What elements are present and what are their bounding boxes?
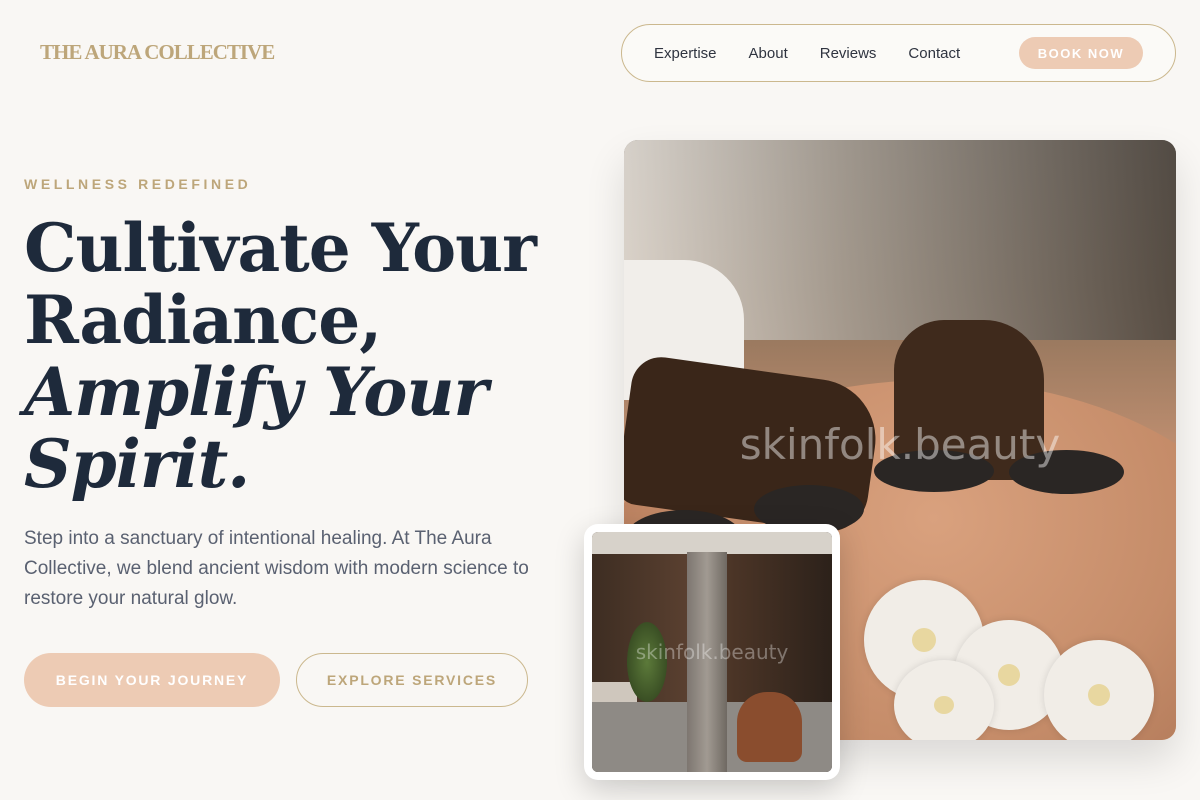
headline-line-2: Radiance, [24, 281, 382, 359]
brand-logo[interactable]: THE AURA COLLECTIVE [40, 40, 275, 65]
image-orchid [1044, 640, 1154, 740]
image-orchid [894, 660, 994, 740]
hero-headline: Cultivate Your Radiance, Amplify Your Sp… [24, 209, 537, 503]
image-ceiling [592, 532, 832, 554]
nav-link-about[interactable]: About [749, 45, 788, 62]
hero-lead-paragraph: Step into a sanctuary of intentional hea… [24, 528, 529, 609]
nav-link-contact[interactable]: Contact [908, 45, 960, 62]
nav-link-expertise[interactable]: Expertise [654, 45, 717, 62]
nav-link-reviews[interactable]: Reviews [820, 45, 877, 62]
headline-line-1: Cultivate Your [24, 209, 537, 287]
begin-journey-button[interactable]: BEGIN YOUR JOURNEY [24, 653, 280, 707]
secondary-image-watermark: skinfolk.beauty [635, 640, 789, 664]
spa-interior-image: skinfolk.beauty [592, 532, 832, 772]
spa-interior-card: skinfolk.beauty [584, 524, 840, 780]
hero-eyebrow: WELLNESS REDEFINED [24, 176, 252, 192]
main-nav: Expertise About Reviews Contact BOOK NOW [621, 24, 1176, 82]
headline-line-4: Spirit. [24, 425, 250, 503]
image-armchair [737, 692, 802, 762]
explore-services-button[interactable]: EXPLORE SERVICES [296, 653, 528, 707]
headline-line-3: Amplify Your [24, 353, 488, 431]
book-now-button[interactable]: BOOK NOW [1019, 37, 1143, 69]
main-image-watermark: skinfolk.beauty [739, 420, 1061, 469]
